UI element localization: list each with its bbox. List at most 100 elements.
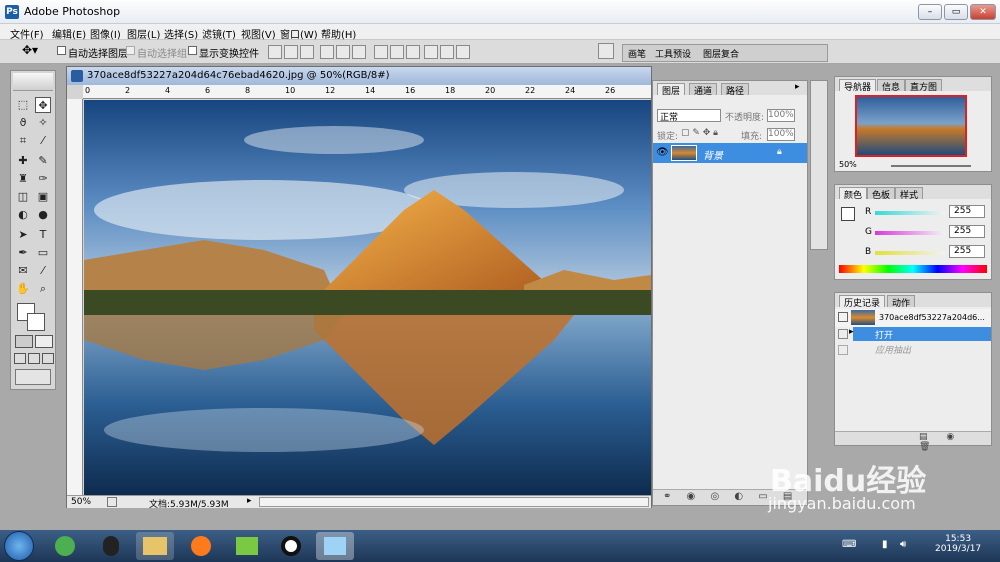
clone-stamp-icon[interactable]: ♜: [15, 171, 31, 187]
layer-row-background[interactable]: 👁︎ 背景 🔒︎: [653, 143, 807, 163]
tab-info[interactable]: 信息: [877, 79, 906, 93]
channel-g-input[interactable]: 255: [949, 225, 985, 238]
status-menu-arrow-icon[interactable]: ▸: [247, 496, 252, 506]
tab-swatches[interactable]: 色板: [867, 187, 896, 201]
auto-select-group-checkbox[interactable]: [126, 46, 135, 55]
menu-layer[interactable]: 图层(L): [127, 26, 160, 41]
tab-layers[interactable]: 图层: [657, 83, 686, 97]
horizontal-scrollbar[interactable]: [259, 497, 649, 507]
navigator-thumbnail[interactable]: [855, 95, 967, 157]
move-tool-icon[interactable]: ✥▾: [22, 43, 38, 57]
menu-file[interactable]: 文件(F): [10, 26, 44, 41]
taskbar-app-qq-icon[interactable]: [92, 532, 130, 560]
panel-menu-icon[interactable]: ▸: [795, 82, 800, 92]
taskbar-app-media-icon[interactable]: [228, 532, 266, 560]
history-actions-bar[interactable]: ▤ ◉ 🗑︎: [835, 431, 991, 452]
distribute-vcenter-icon[interactable]: [390, 45, 404, 59]
distribute-top-icon[interactable]: [374, 45, 388, 59]
shape-tool-icon[interactable]: ▭: [35, 245, 51, 261]
auto-select-layer-checkbox[interactable]: [57, 46, 66, 55]
channel-r-input[interactable]: 255: [949, 205, 985, 218]
marquee-tool-icon[interactable]: ⬚: [15, 97, 31, 113]
tab-actions[interactable]: 动作: [887, 295, 916, 309]
collapsed-palette[interactable]: [810, 80, 828, 250]
tray-network-icon[interactable]: ▮: [882, 539, 888, 550]
history-snapshot-row[interactable]: 370ace8df53227a204d6...: [835, 309, 991, 327]
status-icon[interactable]: [107, 497, 117, 507]
menu-edit[interactable]: 编辑(E): [52, 26, 86, 41]
channel-r-slider[interactable]: [875, 211, 945, 215]
jump-to-imageready-icon[interactable]: [15, 369, 51, 385]
channel-g-slider[interactable]: [875, 231, 945, 235]
eye-icon[interactable]: 👁︎: [656, 147, 669, 158]
menu-window[interactable]: 窗口(W): [280, 26, 318, 41]
tray-volume-icon[interactable]: 🔊︎: [900, 539, 906, 550]
adobe-feather-icon[interactable]: [13, 73, 53, 91]
notes-tool-icon[interactable]: ✉: [15, 263, 31, 279]
history-brush-source-icon[interactable]: [838, 312, 848, 322]
healing-brush-icon[interactable]: ✚: [15, 153, 31, 169]
eraser-tool-icon[interactable]: ◫: [15, 189, 31, 205]
history-item-label[interactable]: 应用抽出: [875, 343, 911, 356]
navigator-zoom-slider[interactable]: [891, 165, 971, 167]
channel-b-input[interactable]: 255: [949, 245, 985, 258]
color-foreground-swatch[interactable]: [841, 207, 855, 221]
channel-b-slider[interactable]: [875, 251, 945, 255]
path-select-icon[interactable]: ➤: [15, 227, 31, 243]
history-brush-icon[interactable]: ✑: [35, 171, 51, 187]
image-canvas[interactable]: [84, 100, 651, 495]
start-button[interactable]: [4, 531, 34, 561]
background-color-swatch[interactable]: [27, 313, 45, 331]
minimize-button[interactable]: –: [918, 4, 942, 20]
tab-histogram[interactable]: 直方图: [905, 79, 943, 93]
palette-tab-layer-comps[interactable]: 图层复合: [703, 47, 739, 60]
crop-tool-icon[interactable]: ⌗: [15, 133, 31, 149]
menu-image[interactable]: 图像(I): [90, 26, 121, 41]
align-bottom-icon[interactable]: [300, 45, 314, 59]
align-vcenter-icon[interactable]: [284, 45, 298, 59]
close-button[interactable]: ✕: [970, 4, 996, 20]
color-ramp[interactable]: [839, 265, 987, 273]
navigator-zoom[interactable]: 50%: [839, 160, 857, 169]
blend-mode-select[interactable]: 正常: [657, 109, 721, 123]
quick-mask-icon[interactable]: [35, 335, 53, 348]
palette-tab-tool-presets[interactable]: 工具预设: [655, 47, 691, 60]
distribute-right-icon[interactable]: [456, 45, 470, 59]
standard-mode-icon[interactable]: [15, 335, 33, 348]
history-state-checkbox[interactable]: [838, 345, 848, 355]
dodge-tool-icon[interactable]: ●: [35, 207, 51, 223]
taskbar-app-explorer-icon[interactable]: [136, 532, 174, 560]
menu-view[interactable]: 视图(V): [241, 26, 276, 41]
maximize-button[interactable]: ▭: [944, 4, 968, 20]
move-tool-icon[interactable]: ✥: [35, 97, 51, 113]
screen-mode-full-menu-icon[interactable]: [28, 353, 40, 364]
lasso-tool-icon[interactable]: ϑ: [15, 115, 31, 131]
screen-mode-standard-icon[interactable]: [14, 353, 26, 364]
tab-paths[interactable]: 路径: [721, 83, 750, 97]
menu-select[interactable]: 选择(S): [164, 26, 198, 41]
slice-tool-icon[interactable]: ⁄: [35, 133, 51, 149]
align-left-icon[interactable]: [320, 45, 334, 59]
lock-icons[interactable]: ▢ ✎ ✥ 🔒︎: [681, 128, 718, 138]
blur-tool-icon[interactable]: ◐: [15, 207, 31, 223]
taskbar-app-360-icon[interactable]: [46, 532, 84, 560]
menu-help[interactable]: 帮助(H): [321, 26, 356, 41]
hand-tool-icon[interactable]: ✋: [15, 281, 31, 297]
palette-tab-brushes[interactable]: 画笔: [628, 47, 646, 60]
tray-keyboard-icon[interactable]: ⌨︎: [842, 539, 856, 550]
taskbar-app-recorder-icon[interactable]: [272, 532, 310, 560]
align-hcenter-icon[interactable]: [336, 45, 350, 59]
show-transform-checkbox[interactable]: [188, 46, 197, 55]
file-browser-icon[interactable]: [598, 43, 614, 59]
history-state-checkbox[interactable]: [838, 329, 848, 339]
zoom-tool-icon[interactable]: ⌕: [35, 281, 51, 297]
tab-styles[interactable]: 样式: [895, 187, 924, 201]
distribute-hcenter-icon[interactable]: [440, 45, 454, 59]
distribute-left-icon[interactable]: [424, 45, 438, 59]
taskbar-app-photoshop-icon[interactable]: [316, 532, 354, 560]
eyedropper-icon[interactable]: ⁄: [35, 263, 51, 279]
distribute-bottom-icon[interactable]: [406, 45, 420, 59]
zoom-level[interactable]: 50%: [71, 497, 91, 507]
screen-mode-full-icon[interactable]: [42, 353, 54, 364]
align-right-icon[interactable]: [352, 45, 366, 59]
